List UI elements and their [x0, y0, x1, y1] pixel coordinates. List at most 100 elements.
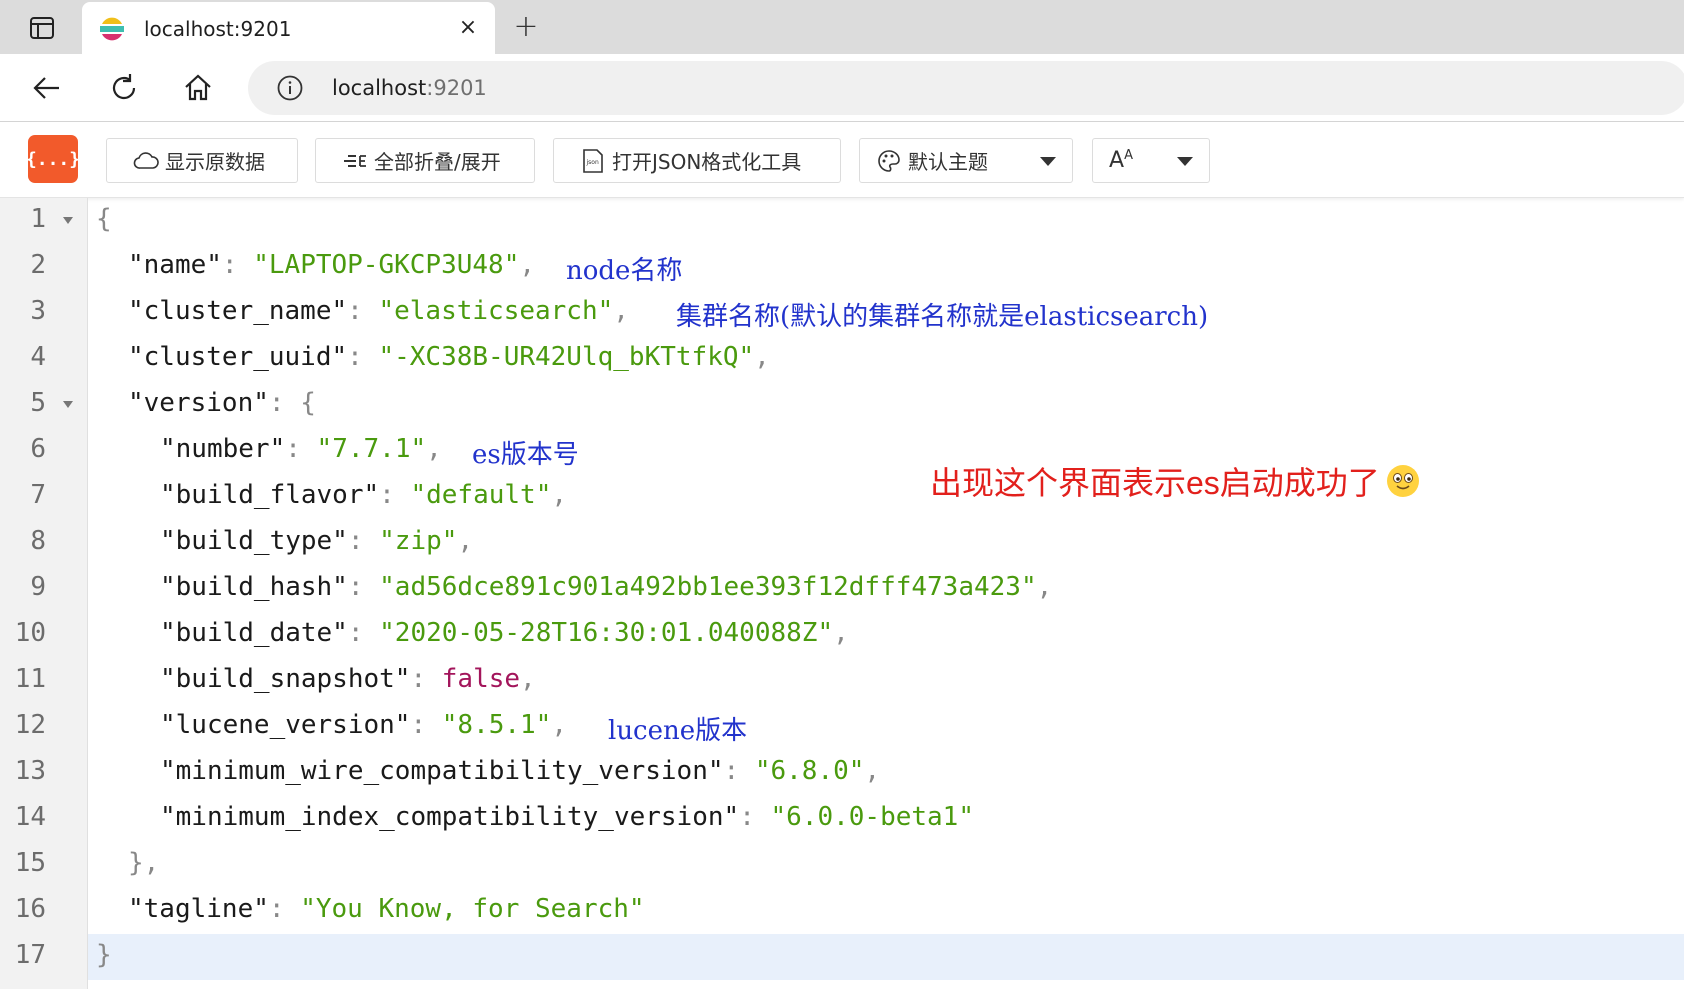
- line-number: 8: [30, 526, 46, 556]
- json-entry: "number": "7.7.1",: [160, 434, 442, 464]
- json-string: "2020-05-28T16:30:01.040088Z": [379, 618, 834, 648]
- json-key: "cluster_uuid": [128, 342, 348, 372]
- json-string: "-XC38B-UR42Ulq_bKTtfkQ": [378, 342, 755, 372]
- json-key: "build_date": [160, 618, 348, 648]
- font-size-select[interactable]: AA: [1092, 138, 1210, 183]
- json-key: "minimum_wire_compatibility_version": [160, 756, 724, 786]
- code-line: 15 },: [0, 842, 1684, 888]
- fold-icon: [342, 148, 368, 174]
- json-key: "lucene_version": [160, 710, 411, 740]
- address-bar[interactable]: localhost:9201: [248, 61, 1684, 115]
- url-host: localhost: [332, 76, 427, 100]
- brace: {: [96, 204, 112, 234]
- font-size-icon: AA: [1109, 148, 1133, 173]
- json-viewer-logo[interactable]: {...}: [26, 135, 80, 183]
- code-line: 13 "minimum_wire_compatibility_version":…: [0, 750, 1684, 796]
- line-number: 14: [14, 802, 46, 832]
- brace: }: [96, 940, 112, 970]
- json-entry: "cluster_name": "elasticsearch",: [128, 296, 629, 326]
- back-button[interactable]: [26, 68, 66, 108]
- line-number: 6: [30, 434, 46, 464]
- code-line: 11 "build_snapshot": false,: [0, 658, 1684, 704]
- annotation: es版本号: [472, 440, 579, 470]
- code-line: 5 "version": {: [0, 382, 1684, 428]
- json-key: "tagline": [128, 894, 269, 924]
- fold-toggle-icon[interactable]: [63, 217, 73, 224]
- code-line: 4 "cluster_uuid": "-XC38B-UR42Ulq_bKTtfk…: [0, 336, 1684, 382]
- tab-actions-button[interactable]: [20, 12, 64, 44]
- site-info-icon[interactable]: [276, 74, 304, 102]
- json-string: "zip": [379, 526, 458, 556]
- fold-all-button[interactable]: 全部折叠/展开: [315, 138, 535, 183]
- json-key: "build_type": [160, 526, 348, 556]
- reload-icon: [112, 74, 136, 100]
- theme-select-value: 默认主题: [908, 150, 988, 174]
- success-annotation-text: 出现这个界面表示es启动成功了: [930, 465, 1380, 501]
- tab-title: localhost:9201: [144, 17, 292, 41]
- line-number: 9: [30, 572, 46, 602]
- json-string: "6.0.0-beta1": [770, 802, 975, 832]
- code-line: 1 {: [0, 198, 1684, 244]
- line-number: 5: [30, 388, 46, 418]
- url-port: :9201: [426, 76, 487, 100]
- code-line: 9 "build_hash": "ad56dce891c901a492bb1ee…: [0, 566, 1684, 612]
- svg-text:json: json: [586, 159, 599, 166]
- line-number: 11: [14, 664, 46, 694]
- json-key: "name": [128, 250, 222, 280]
- line-number: 12: [14, 710, 46, 740]
- json-key: "number": [160, 434, 286, 464]
- line-number: 16: [14, 894, 46, 924]
- json-entry: "cluster_uuid": "-XC38B-UR42Ulq_bKTtfkQ"…: [128, 342, 770, 372]
- success-annotation: 出现这个界面表示es启动成功了: [930, 458, 1420, 504]
- annotation: lucene版本: [608, 716, 748, 746]
- json-key: "cluster_name": [128, 296, 348, 326]
- home-button[interactable]: [178, 68, 218, 108]
- json-string: "elasticsearch": [378, 296, 614, 326]
- json-string: "8.5.1": [441, 710, 552, 740]
- new-tab-button[interactable]: +: [510, 12, 542, 44]
- open-json-tool-button[interactable]: json 打开JSON格式化工具: [553, 138, 841, 183]
- json-entry: "minimum_wire_compatibility_version": "6…: [160, 756, 881, 786]
- line-number: 7: [30, 480, 46, 510]
- code-line: 16 "tagline": "You Know, for Search": [0, 888, 1684, 934]
- json-viewer-toolbar: {...} 显示原数据 全部折叠/展开 json 打开JSON格式化工具 默认主…: [0, 122, 1684, 198]
- line-number: 4: [30, 342, 46, 372]
- json-string: "default": [410, 480, 552, 510]
- code-line: 12 "lucene_version": "8.5.1", lucene版本: [0, 704, 1684, 750]
- line-number: 3: [30, 296, 46, 326]
- line-number: 10: [14, 618, 46, 648]
- json-entry: "build_type": "zip",: [160, 526, 474, 556]
- theme-select[interactable]: 默认主题: [859, 138, 1073, 183]
- back-arrow-icon: [33, 77, 59, 99]
- reload-button[interactable]: [104, 68, 144, 108]
- json-key: "version": [128, 388, 269, 418]
- annotation: 集群名称(默认的集群名称就是elasticsearch): [676, 302, 1209, 332]
- fold-toggle-icon[interactable]: [63, 401, 73, 408]
- json-key: "build_flavor": [160, 480, 380, 510]
- json-string: "7.7.1": [316, 434, 427, 464]
- json-boolean: false: [441, 664, 521, 694]
- font-size-letter: A: [1109, 148, 1125, 173]
- json-entry: "build_hash": "ad56dce891c901a492bb1ee39…: [160, 572, 1053, 602]
- sidebar-icon: [30, 17, 54, 39]
- json-entry: "name": "LAPTOP-GKCP3U48",: [128, 250, 535, 280]
- active-tab[interactable]: localhost:9201 ×: [82, 2, 495, 54]
- line-number: 17: [14, 940, 46, 970]
- tab-close-button[interactable]: ×: [454, 14, 482, 42]
- url-text[interactable]: localhost:9201: [332, 76, 487, 100]
- line-number: 1: [30, 204, 46, 234]
- open-json-tool-label: 打开JSON格式化工具: [612, 150, 802, 174]
- smiley-emoji-icon: [1386, 465, 1419, 497]
- fold-all-label: 全部折叠/展开: [374, 150, 501, 174]
- json-entry: "build_flavor": "default",: [160, 480, 568, 510]
- json-key: "minimum_index_compatibility_version": [160, 802, 740, 832]
- json-string: "6.8.0": [754, 756, 865, 786]
- code-line-active: 17 }: [0, 934, 1684, 980]
- show-raw-data-button[interactable]: 显示原数据: [106, 138, 298, 183]
- code-line: 7 "build_flavor": "default",: [0, 474, 1684, 520]
- code-line: 10 "build_date": "2020-05-28T16:30:01.04…: [0, 612, 1684, 658]
- navigation-bar: localhost:9201: [0, 54, 1684, 122]
- chevron-down-icon: [1177, 157, 1193, 166]
- annotation: node名称: [566, 256, 683, 286]
- json-key: "build_snapshot": [160, 664, 411, 694]
